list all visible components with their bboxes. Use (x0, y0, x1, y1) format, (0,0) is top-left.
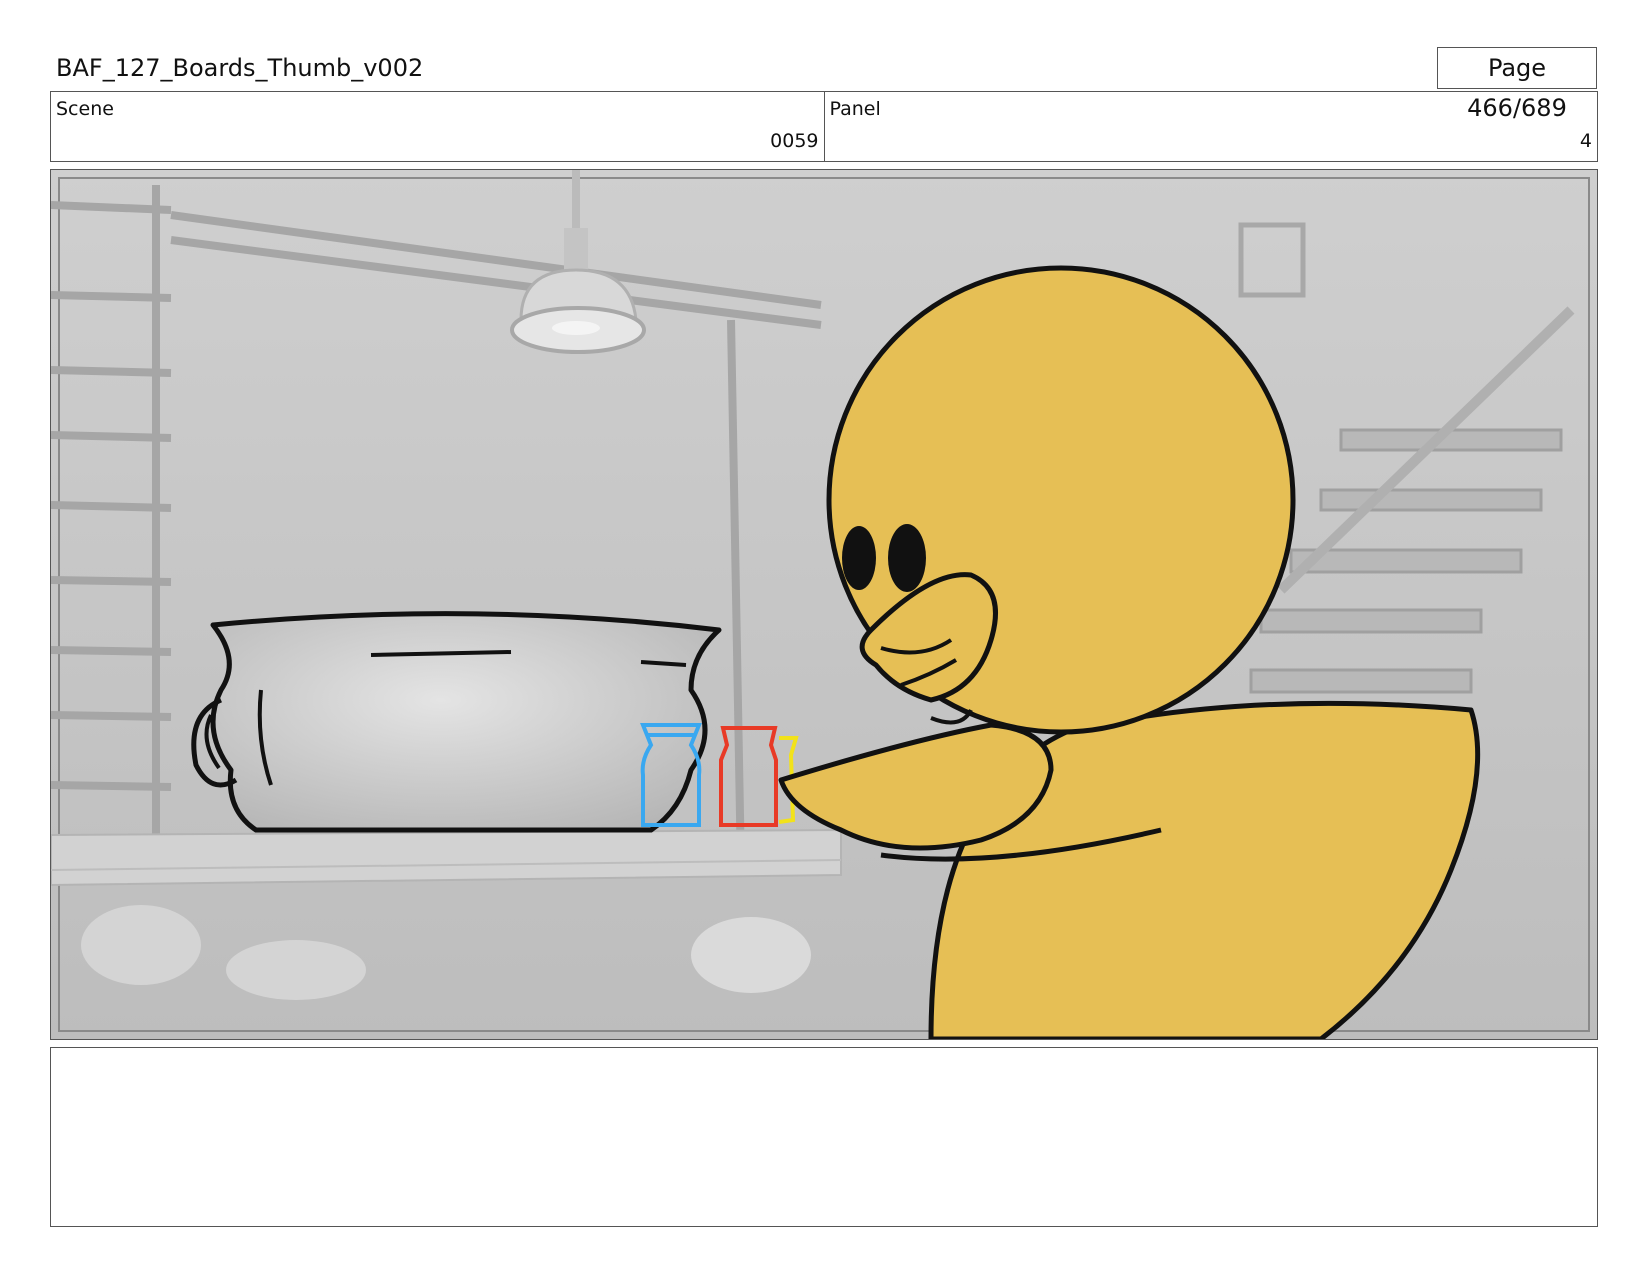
scene-cell: Scene 0059 (51, 92, 824, 161)
document-title: BAF_127_Boards_Thumb_v002 (56, 54, 424, 82)
panel-label: Panel (829, 98, 881, 120)
scene-label: Scene (56, 98, 114, 120)
storyboard-drawing (51, 170, 1597, 1039)
cooking-pot-icon (191, 611, 722, 833)
scene-value: 0059 (770, 130, 819, 152)
notes-box (50, 1047, 1598, 1227)
panel-value: 4 (1579, 130, 1592, 152)
scene-panel-info-row: Scene 0059 Panel 4 (50, 91, 1598, 162)
panel-cell: Panel 4 (823, 92, 1598, 161)
page-number-box: Page 466/689 (1437, 47, 1597, 122)
storyboard-panel (50, 169, 1598, 1040)
